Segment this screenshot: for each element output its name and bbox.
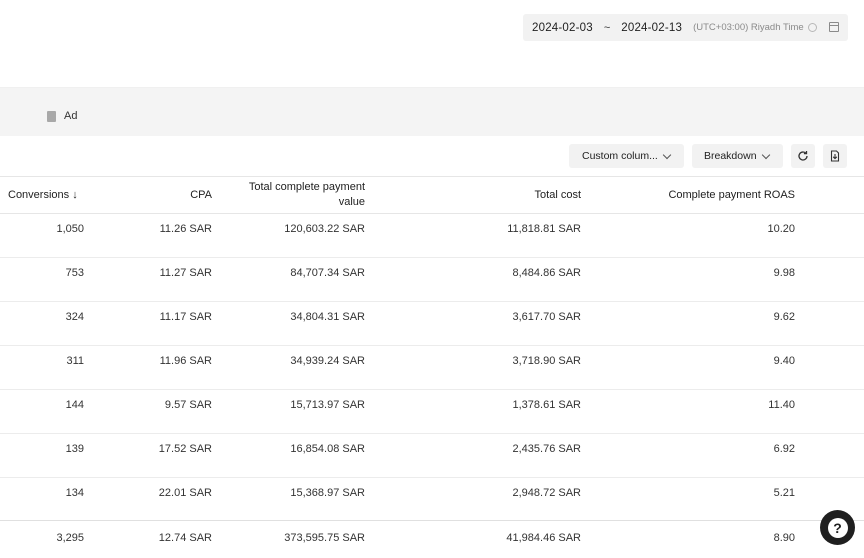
cell-total-payment-value: 84,707.34 SAR bbox=[290, 267, 365, 279]
table-row[interactable]: 324 11.17 SAR 34,804.31 SAR 3,617.70 SAR… bbox=[0, 302, 864, 346]
top-header: 2024-02-03 ~ 2024-02-13 (UTC+03:00) Riya… bbox=[0, 0, 864, 88]
date-start[interactable]: 2024-02-03 bbox=[532, 22, 593, 34]
cell-roas: 9.40 bbox=[773, 355, 795, 367]
cell-cpa: 11.17 SAR bbox=[159, 311, 212, 323]
cell-total-cost: 11,818.81 SAR bbox=[507, 223, 581, 235]
col-header-tpv-line2: value bbox=[338, 196, 365, 208]
total-payment-value: 373,595.75 SAR bbox=[284, 532, 365, 544]
cell-total-cost: 2,948.72 SAR bbox=[512, 487, 582, 499]
cell-conversions: 311 bbox=[66, 355, 84, 367]
cell-conversions: 324 bbox=[65, 311, 84, 323]
level-tabs-bar bbox=[0, 88, 864, 136]
cell-total-cost: 1,378.61 SAR bbox=[512, 399, 582, 411]
export-icon bbox=[830, 150, 840, 162]
date-separator: ~ bbox=[603, 21, 611, 34]
breakdown-dropdown[interactable]: Breakdown bbox=[692, 144, 783, 168]
date-end[interactable]: 2024-02-13 bbox=[621, 22, 682, 34]
cell-cpa: 9.57 SAR bbox=[164, 399, 212, 411]
col-header-cpa[interactable]: CPA bbox=[190, 188, 212, 203]
tab-ad-label: Ad bbox=[64, 110, 78, 122]
cell-cpa: 11.27 SAR bbox=[159, 267, 212, 279]
refresh-button[interactable] bbox=[791, 144, 815, 168]
info-icon[interactable] bbox=[807, 23, 817, 32]
cell-total-cost: 8,484.86 SAR bbox=[512, 267, 582, 279]
timezone-label: (UTC+03:00) Riyadh Time bbox=[693, 22, 804, 33]
cell-conversions: 1,050 bbox=[56, 223, 84, 235]
cell-cpa: 22.01 SAR bbox=[158, 487, 212, 499]
cell-total-payment-value: 16,854.08 SAR bbox=[290, 443, 365, 455]
cell-roas: 5.21 bbox=[773, 487, 795, 499]
cell-roas: 9.62 bbox=[773, 311, 795, 323]
table-row[interactable]: 1,050 11.26 SAR 120,603.22 SAR 11,818.81… bbox=[0, 214, 864, 258]
table-total-row: 3,295 12.74 SAR 373,595.75 SAR 41,984.46… bbox=[0, 520, 864, 558]
cell-conversions: 753 bbox=[65, 267, 84, 279]
refresh-icon bbox=[798, 151, 808, 161]
cell-roas: 11.40 bbox=[768, 399, 795, 411]
cell-total-cost: 2,435.76 SAR bbox=[512, 443, 582, 455]
cell-conversions: 144 bbox=[65, 399, 84, 411]
cell-cpa: 11.26 SAR bbox=[159, 223, 212, 235]
col-header-total-payment-value[interactable]: Total complete payment value bbox=[249, 180, 365, 210]
cell-total-payment-value: 34,939.24 SAR bbox=[290, 355, 365, 367]
cell-roas: 6.92 bbox=[773, 443, 795, 455]
cell-total-payment-value: 15,713.97 SAR bbox=[290, 399, 365, 411]
chevron-down-icon bbox=[761, 150, 771, 160]
total-conversions: 3,295 bbox=[56, 532, 84, 544]
cell-cpa: 11.96 SAR bbox=[159, 355, 212, 367]
custom-columns-dropdown[interactable]: Custom colum... bbox=[569, 144, 684, 168]
cell-total-payment-value: 34,804.31 SAR bbox=[290, 311, 365, 323]
cell-total-payment-value: 15,368.97 SAR bbox=[290, 487, 365, 499]
help-button[interactable]: ? bbox=[820, 510, 855, 545]
cell-total-payment-value: 120,603.22 SAR bbox=[284, 223, 365, 235]
tab-ad[interactable]: Ad bbox=[47, 110, 77, 122]
table-row[interactable]: 134 22.01 SAR 15,368.97 SAR 2,948.72 SAR… bbox=[0, 478, 864, 522]
table-row[interactable]: 311 11.96 SAR 34,939.24 SAR 3,718.90 SAR… bbox=[0, 346, 864, 390]
col-header-roas[interactable]: Complete payment ROAS bbox=[668, 188, 795, 203]
table-row[interactable]: 144 9.57 SAR 15,713.97 SAR 1,378.61 SAR … bbox=[0, 390, 864, 434]
date-range-picker[interactable]: 2024-02-03 ~ 2024-02-13 (UTC+03:00) Riya… bbox=[523, 14, 848, 41]
total-roas: 8.90 bbox=[773, 532, 795, 544]
cell-cpa: 17.52 SAR bbox=[158, 443, 212, 455]
question-mark-icon: ? bbox=[827, 517, 848, 538]
cell-total-cost: 3,718.90 SAR bbox=[512, 355, 582, 367]
total-cost: 41,984.46 SAR bbox=[506, 532, 581, 544]
cell-roas: 10.20 bbox=[767, 223, 795, 235]
chevron-down-icon bbox=[662, 150, 672, 160]
col-header-total-cost[interactable]: Total cost bbox=[535, 188, 581, 203]
col-header-conversions[interactable]: Conversions ↓ bbox=[8, 188, 78, 203]
table-header: Conversions ↓ CPA Total complete payment… bbox=[0, 176, 864, 214]
col-header-tpv-line1: Total complete payment bbox=[248, 181, 365, 193]
cell-total-cost: 3,617.70 SAR bbox=[512, 311, 582, 323]
cell-roas: 9.98 bbox=[773, 267, 795, 279]
cell-conversions: 139 bbox=[65, 443, 84, 455]
export-button[interactable] bbox=[823, 144, 847, 168]
breakdown-label: Breakdown bbox=[704, 150, 757, 162]
calendar-icon[interactable] bbox=[829, 22, 839, 32]
table-row[interactable]: 139 17.52 SAR 16,854.08 SAR 2,435.76 SAR… bbox=[0, 434, 864, 478]
table-row[interactable]: 753 11.27 SAR 84,707.34 SAR 8,484.86 SAR… bbox=[0, 258, 864, 302]
total-cpa: 12.74 SAR bbox=[158, 532, 212, 544]
custom-columns-label: Custom colum... bbox=[582, 150, 658, 162]
cell-conversions: 134 bbox=[65, 487, 84, 499]
ad-document-icon bbox=[47, 110, 56, 122]
